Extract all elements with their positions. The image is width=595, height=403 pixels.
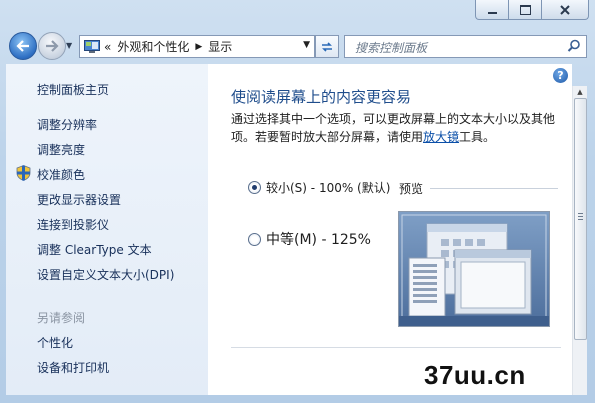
thumb-grip — [578, 216, 583, 217]
navigation-bar: ▼ « 外观和个性化 ▶ 显示 ▼ 搜索控制面板 — [0, 26, 595, 64]
back-button[interactable] — [9, 32, 37, 60]
breadcrumb-overflow[interactable]: « — [104, 40, 111, 54]
control-panel-icon — [84, 40, 100, 53]
address-dropdown-icon[interactable]: ▼ — [303, 40, 310, 50]
forward-button[interactable] — [38, 32, 66, 60]
size-option-medium[interactable]: 中等(M) - 125% — [248, 229, 371, 249]
vertical-scrollbar[interactable]: ▲ — [572, 86, 587, 395]
caption-buttons — [475, 0, 589, 20]
chevron-right-icon[interactable]: ▶ — [195, 42, 202, 52]
search-box[interactable]: 搜索控制面板 — [344, 35, 587, 58]
sidebar: 控制面板主页 调整分辨率 调整亮度 校准颜色 更改显示器设置 连接到投影仪 调整… — [6, 64, 208, 395]
page-description: 通过选择其中一个选项，可以更改屏幕上的文本大小以及其他项。若要暂时放大部分屏幕，… — [231, 110, 566, 146]
page-title: 使阅读屏幕上的内容更容易 — [231, 88, 412, 106]
sidebar-item-calibrate[interactable]: 校准颜色 — [37, 166, 85, 183]
sidebar-item-home[interactable]: 控制面板主页 — [37, 81, 109, 98]
description-tail: 工具。 — [459, 130, 496, 144]
sidebar-item-resolution[interactable]: 调整分辨率 — [37, 116, 97, 133]
desktop-preview-graphic — [399, 212, 549, 326]
thumb-grip — [578, 213, 583, 214]
sidebar-item-cleartype[interactable]: 调整 ClearType 文本 — [37, 241, 152, 258]
scroll-up-icon[interactable]: ▲ — [575, 88, 585, 96]
search-icon[interactable] — [567, 39, 581, 53]
preview-divider — [430, 188, 558, 189]
size-option-smaller[interactable]: 较小(S) - 100% (默认) — [248, 179, 390, 196]
main-content: 使阅读屏幕上的内容更容易 通过选择其中一个选项，可以更改屏幕上的文本大小以及其他… — [208, 64, 572, 395]
sidebar-item-brightness[interactable]: 调整亮度 — [37, 141, 85, 158]
back-arrow-icon — [16, 40, 29, 52]
radio-smaller[interactable] — [248, 181, 261, 194]
minimize-icon — [487, 11, 497, 14]
preview-image — [398, 211, 550, 327]
maximize-button[interactable] — [508, 0, 542, 20]
breadcrumb-appearance[interactable]: 外观和个性化 — [117, 38, 189, 55]
sidebar-item-personalize[interactable]: 个性化 — [37, 334, 73, 351]
sidebar-item-projector[interactable]: 连接到投影仪 — [37, 216, 109, 233]
maximize-icon — [519, 4, 531, 15]
breadcrumb-display[interactable]: 显示 — [208, 38, 232, 55]
thumb-grip — [578, 219, 583, 220]
description-text: 通过选择其中一个选项，可以更改屏幕上的文本大小以及其他项。若要暂时放大部分屏幕，… — [231, 112, 556, 144]
size-option-label: 较小(S) - 100% (默认) — [266, 181, 391, 195]
minimize-button[interactable] — [475, 0, 509, 20]
see-also-header: 另请参阅 — [37, 311, 86, 325]
size-option-label: 中等(M) - 125% — [266, 232, 371, 248]
sidebar-item-monitor-settings[interactable]: 更改显示器设置 — [37, 191, 121, 208]
magnifier-link[interactable]: 放大镜 — [423, 130, 459, 144]
section-divider — [231, 347, 561, 348]
search-placeholder: 搜索控制面板 — [355, 41, 428, 55]
sidebar-item-devices-printers[interactable]: 设备和打印机 — [37, 359, 109, 376]
address-bar[interactable]: « 外观和个性化 ▶ 显示 ▼ — [79, 35, 315, 58]
preview-label: 预览 — [399, 182, 424, 196]
forward-arrow-icon — [46, 40, 59, 52]
uac-shield-icon — [16, 165, 31, 181]
help-button[interactable]: ? — [553, 68, 568, 83]
scroll-thumb[interactable] — [574, 98, 587, 340]
watermark-text: 37uu.cn — [424, 360, 526, 390]
close-icon — [560, 4, 570, 15]
refresh-icon — [322, 41, 332, 52]
recent-pages-dropdown[interactable]: ▼ — [66, 41, 76, 50]
close-button[interactable] — [541, 0, 589, 20]
radio-medium[interactable] — [248, 232, 261, 246]
sidebar-item-custom-dpi[interactable]: 设置自定义文本大小(DPI) — [37, 266, 174, 283]
refresh-button[interactable] — [315, 35, 339, 58]
